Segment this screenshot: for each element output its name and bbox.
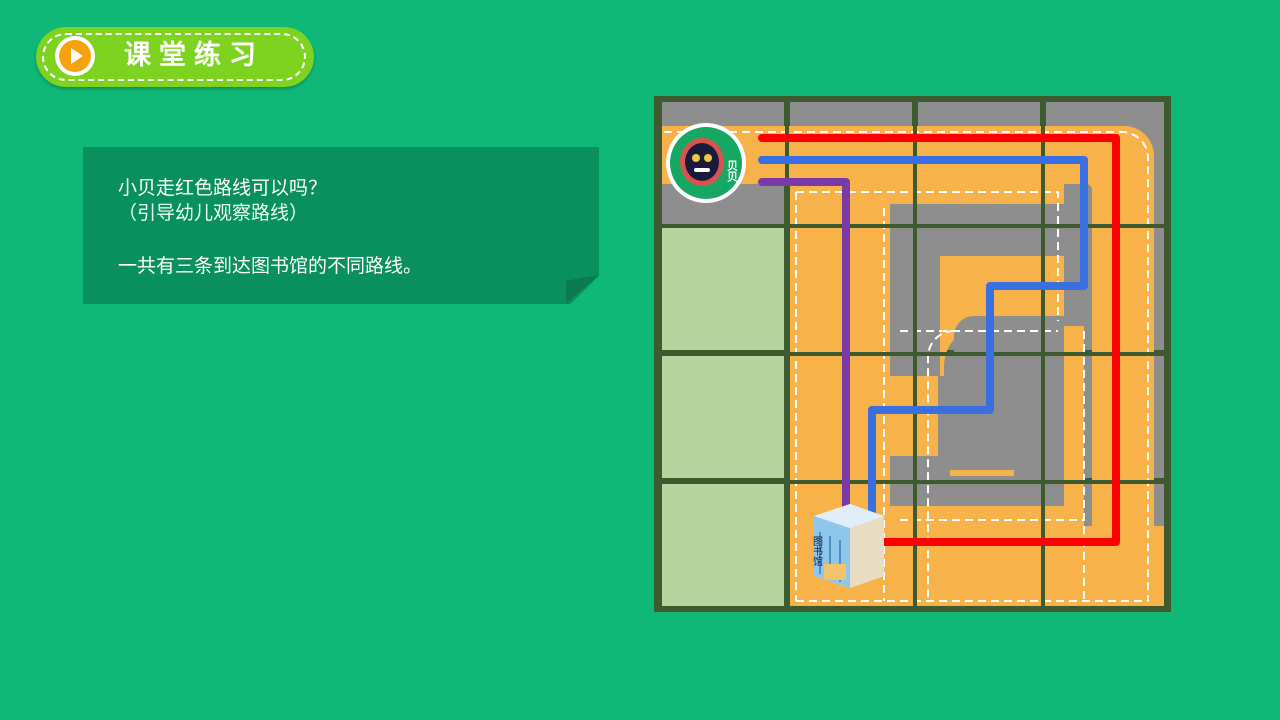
grass-tiles: [662, 228, 784, 606]
start-label: 贝贝: [726, 160, 739, 183]
destination-label: 图书馆: [811, 536, 823, 567]
hint-text: （引导幼儿观察路线）: [118, 202, 309, 224]
play-icon[interactable]: [55, 36, 95, 76]
section-title: 课堂练习: [124, 40, 264, 71]
section-header-pill: 课堂练习: [36, 27, 314, 87]
answer-text: 一共有三条到达图书馆的不同路线。: [118, 255, 423, 277]
library-building-icon: [814, 504, 884, 588]
route-map: 贝贝 图书馆: [654, 96, 1171, 612]
question-text: 小贝走红色路线可以吗？: [118, 177, 328, 199]
note-text: 小贝走红色路线可以吗？ （引导幼儿观察路线） 一共有三条到达图书馆的不同路线。: [118, 176, 422, 279]
